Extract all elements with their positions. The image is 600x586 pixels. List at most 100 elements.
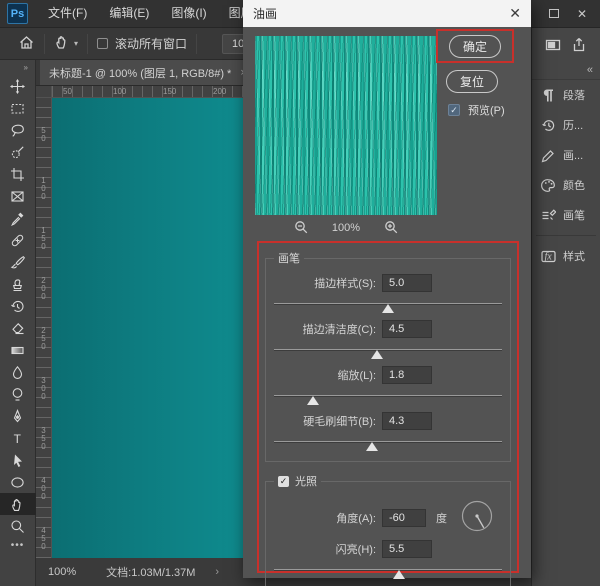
tool-frame[interactable] (0, 185, 36, 207)
tool-clone-stamp[interactable] (0, 273, 36, 295)
ps-logo[interactable]: Ps (7, 3, 28, 24)
menu-image[interactable]: 图像(I) (160, 0, 217, 27)
brush-settings-icon (541, 148, 556, 163)
bristle-detail-slider[interactable] (274, 438, 502, 451)
status-arrow-icon[interactable]: › (215, 566, 219, 578)
slider-thumb[interactable] (382, 304, 394, 313)
angle-dial[interactable] (460, 499, 494, 536)
panel-tab-paragraph[interactable]: 段落 (532, 80, 600, 110)
tool-hand[interactable] (0, 493, 36, 515)
share-icon[interactable] (571, 37, 587, 56)
path-selection-icon (10, 453, 25, 468)
panel-tab-brush-settings[interactable]: 画... (532, 140, 600, 170)
tool-type[interactable]: T (0, 427, 36, 449)
menu-file[interactable]: 文件(F) (37, 0, 98, 27)
tool-zoom[interactable] (0, 515, 36, 537)
tool-lasso[interactable] (0, 119, 36, 141)
zoom-out-icon[interactable] (294, 220, 308, 237)
cleanliness-input[interactable]: 4.5 (382, 320, 432, 338)
tool-pen[interactable] (0, 405, 36, 427)
panel-tab-history[interactable]: 历... (532, 110, 600, 140)
scale-label: 缩放(L): (272, 367, 376, 383)
tool-crop[interactable] (0, 163, 36, 185)
preview-zoom-controls: 100% (255, 219, 437, 237)
scroll-all-windows-checkbox[interactable] (97, 38, 108, 49)
dialog-close-icon[interactable]: ✕ (509, 5, 521, 22)
quick-selection-icon (10, 145, 25, 160)
bristle-detail-label: 硬毛刷细节(B): (272, 413, 376, 429)
brush-group-title: 画笔 (274, 250, 304, 266)
zoom-in-icon[interactable] (384, 220, 398, 237)
tool-move[interactable] (0, 75, 36, 97)
preview-checkbox[interactable]: ✓ (448, 104, 460, 116)
filter-preview-image[interactable] (255, 36, 437, 215)
annotation-box-ok: 确定 (436, 29, 514, 63)
panel-tab-color[interactable]: 颜色 (532, 170, 600, 200)
shine-input[interactable]: 5.5 (382, 540, 432, 558)
eyedropper-icon (10, 211, 25, 226)
tool-eyedropper[interactable] (0, 207, 36, 229)
lighting-checkbox[interactable]: ✓ (278, 476, 289, 487)
history-brush-icon (10, 299, 25, 314)
document-title: 未标题-1 @ 100% (图层 1, RGB/8#) * (49, 65, 231, 81)
cleanliness-slider[interactable] (274, 346, 502, 359)
restore-window-icon[interactable] (540, 7, 568, 21)
slider-thumb[interactable] (371, 350, 383, 359)
scale-slider[interactable] (274, 392, 502, 405)
history-icon (541, 118, 556, 133)
angle-input[interactable]: -60 (382, 509, 426, 527)
shine-slider[interactable] (274, 566, 502, 579)
spot-healing-icon (10, 233, 25, 248)
collapse-panels-icon[interactable]: « (532, 63, 600, 80)
divider (87, 34, 88, 54)
stylization-input[interactable]: 5.0 (382, 274, 432, 292)
preview-label: 预览(P) (468, 102, 505, 118)
close-window-icon[interactable]: ✕ (568, 7, 596, 21)
brushes-icon (541, 208, 556, 223)
paragraph-icon (541, 88, 556, 103)
preview-zoom-level[interactable]: 100% (332, 222, 360, 234)
artboard-panel-icon[interactable] (545, 37, 561, 56)
dialog-title: 油画 (253, 5, 277, 22)
tool-spot-healing[interactable] (0, 229, 36, 251)
chevron-down-icon[interactable]: ▾ (74, 39, 78, 48)
toolbar-more-icon[interactable]: ••• (11, 540, 25, 551)
ellipse-icon (10, 475, 25, 490)
hand-tool-option-icon[interactable] (54, 34, 71, 54)
canvas[interactable] (52, 98, 243, 558)
fx-styles-icon: fx (541, 249, 556, 264)
tool-gradient[interactable] (0, 339, 36, 361)
bristle-detail-input[interactable]: 4.3 (382, 412, 432, 430)
lighting-group-title: 光照 (295, 473, 317, 489)
tool-strip: » T ••• (0, 60, 36, 586)
tool-ellipse-shape[interactable] (0, 471, 36, 493)
panel-tab-styles[interactable]: fx 样式 (532, 241, 600, 271)
document-tab[interactable]: 未标题-1 @ 100% (图层 1, RGB/8#) * × (40, 60, 256, 85)
ruler-h: 50100150200 (52, 86, 243, 98)
dialog-title-bar[interactable]: 油画 ✕ (243, 0, 531, 27)
tool-path-selection[interactable] (0, 449, 36, 471)
slider-thumb[interactable] (366, 442, 378, 451)
toolbar-expand-icon[interactable]: » (24, 60, 35, 75)
marquee-icon (10, 101, 25, 116)
tool-smudge[interactable] (0, 361, 36, 383)
status-zoom-level[interactable]: 100% (48, 566, 76, 578)
home-icon[interactable] (18, 34, 35, 54)
tool-quick-selection[interactable] (0, 141, 36, 163)
stylization-slider[interactable] (274, 300, 502, 313)
hand-icon (10, 497, 25, 512)
ok-button[interactable]: 确定 (449, 35, 501, 58)
divider (196, 34, 197, 54)
tool-history-brush[interactable] (0, 295, 36, 317)
slider-thumb[interactable] (393, 570, 405, 579)
slider-thumb[interactable] (307, 396, 319, 405)
panel-tab-brushes[interactable]: 画笔 (532, 200, 600, 230)
tool-dodge[interactable] (0, 383, 36, 405)
tool-eraser[interactable] (0, 317, 36, 339)
tool-brush[interactable] (0, 251, 36, 273)
tool-marquee[interactable] (0, 97, 36, 119)
menu-edit[interactable]: 编辑(E) (98, 0, 160, 27)
scale-input[interactable]: 1.8 (382, 366, 432, 384)
status-doc-info: 文档:1.03M/1.37M (106, 564, 195, 580)
reset-button[interactable]: 复位 (446, 70, 498, 93)
